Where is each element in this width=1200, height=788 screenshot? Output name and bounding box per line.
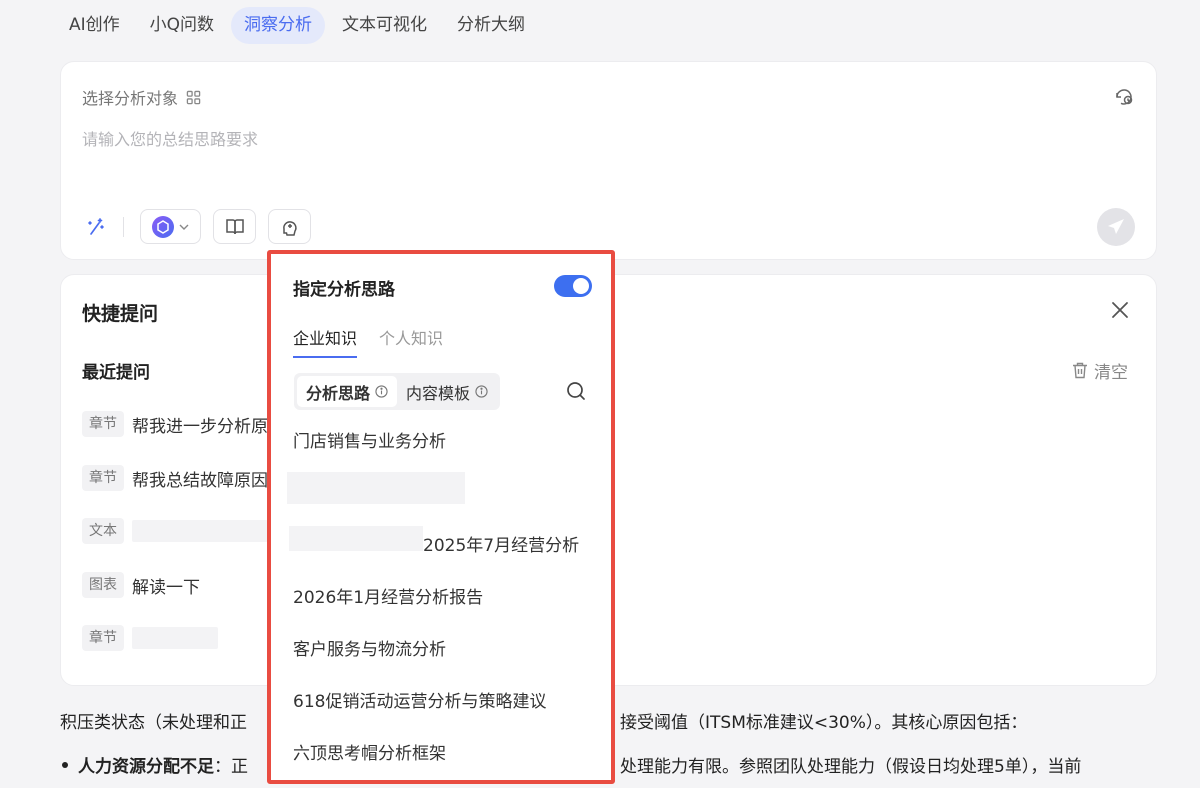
brain-idea-icon xyxy=(282,220,297,236)
segment-analysis-idea[interactable]: 分析思路 xyxy=(297,376,398,407)
bullet-text-continued: 处理能力有限。参照团队处理能力（假设日均处理5单），当前 xyxy=(620,757,1082,777)
clear-button[interactable]: 清空 xyxy=(1072,358,1128,383)
analysis-idea-item[interactable]: 客户服务与物流分析 xyxy=(293,635,446,660)
close-icon[interactable] xyxy=(1110,300,1130,320)
toolbar-divider xyxy=(123,216,124,237)
analysis-idea-button[interactable] xyxy=(268,209,311,244)
knowledge-book-button[interactable] xyxy=(213,209,256,244)
toggle-knob xyxy=(573,278,589,294)
analysis-idea-panel: 指定分析思路 企业知识 个人知识 分析思路 内容模板 门店销售与业务分析 202… xyxy=(267,250,615,784)
recent-item-tag: 文本 xyxy=(82,518,124,544)
recent-item-text: 解读一下 xyxy=(132,577,200,598)
panel-title: 指定分析思路 xyxy=(293,280,395,300)
analysis-idea-item[interactable]: 门店销售与业务分析 xyxy=(293,427,446,452)
analysis-idea-toggle[interactable] xyxy=(554,275,592,297)
magic-wand-icon[interactable] xyxy=(83,212,109,242)
book-icon xyxy=(225,218,244,234)
search-icon[interactable] xyxy=(565,380,587,402)
send-icon xyxy=(1108,219,1124,234)
prompt-card: 选择分析对象 xyxy=(60,61,1157,260)
quick-ask-title: 快捷提问 xyxy=(82,303,159,325)
recent-item-tag: 章节 xyxy=(82,411,124,437)
tab-personal-knowledge[interactable]: 个人知识 xyxy=(379,325,443,358)
info-icon xyxy=(475,385,488,398)
redacted-text xyxy=(289,526,423,551)
analysis-idea-item[interactable]: 2026年1月经营分析报告 xyxy=(293,583,483,608)
history-icon[interactable] xyxy=(1114,86,1134,106)
tab-xiaoq-query[interactable]: 小Q问数 xyxy=(137,7,227,44)
segment-label: 分析思路 xyxy=(306,383,371,403)
chevron-down-icon xyxy=(179,224,188,230)
recent-item-tag: 图表 xyxy=(82,572,124,598)
select-target-button[interactable]: 选择分析对象 xyxy=(82,85,201,109)
body-text-line: 接受阈值（ITSM标准建议<30%）。其核心原因包括： xyxy=(620,713,1028,733)
type-segmented-control: 分析思路 内容模板 xyxy=(294,373,501,410)
tab-analysis-outline[interactable]: 分析大纲 xyxy=(444,7,538,44)
recent-questions-title: 最近提问 xyxy=(82,363,150,383)
body-text-line: 积压类状态（未处理和正 xyxy=(60,713,247,733)
bullet-text: ：正 xyxy=(214,757,248,777)
select-target-label: 选择分析对象 xyxy=(82,89,179,108)
clear-label: 清空 xyxy=(1094,363,1128,383)
model-logo-icon xyxy=(151,215,174,238)
bullet-item: 人力资源分配不足 ：正 xyxy=(62,752,248,777)
knowledge-tabs: 企业知识 个人知识 xyxy=(293,325,443,358)
grid-icon xyxy=(186,90,201,104)
segment-label: 内容模板 xyxy=(406,383,471,403)
send-button[interactable] xyxy=(1097,208,1135,246)
recent-item[interactable]: 章节 帮我总结故障原因 xyxy=(82,465,268,491)
tab-text-visualization[interactable]: 文本可视化 xyxy=(329,7,440,44)
analysis-idea-item[interactable]: 六顶思考帽分析框架 xyxy=(293,739,446,764)
recent-item-tag: 章节 xyxy=(82,465,124,491)
model-select-button[interactable] xyxy=(140,209,201,244)
recent-item[interactable]: 章节 xyxy=(82,625,218,651)
analysis-idea-item[interactable]: 618促销活动运营分析与策略建议 xyxy=(293,687,546,712)
recent-item-text: 帮我总结故障原因 xyxy=(132,470,268,491)
page: AI创作 小Q问数 洞察分析 文本可视化 分析大纲 选择分析对象 请输入您的总结… xyxy=(0,0,1200,788)
bullet-dot xyxy=(62,761,68,768)
recent-item[interactable]: 文本 xyxy=(82,518,268,544)
analysis-idea-item-redacted[interactable] xyxy=(287,472,465,504)
prompt-input[interactable] xyxy=(82,124,1122,154)
redacted-text xyxy=(132,627,218,649)
segment-content-template[interactable]: 内容模板 xyxy=(397,376,497,407)
redacted-text xyxy=(132,520,268,542)
tab-enterprise-knowledge[interactable]: 企业知识 xyxy=(293,325,358,358)
analysis-idea-item[interactable]: 2025年7月经营分析 xyxy=(423,531,579,556)
prompt-toolbar xyxy=(83,209,323,244)
tab-insight-analysis[interactable]: 洞察分析 xyxy=(231,7,326,44)
recent-item[interactable]: 章节 帮我进一步分析原 xyxy=(82,411,268,437)
recent-item-text: 帮我进一步分析原 xyxy=(132,416,268,437)
top-tab-bar: AI创作 小Q问数 洞察分析 文本可视化 分析大纲 xyxy=(56,7,538,44)
recent-item-tag: 章节 xyxy=(82,625,124,651)
tab-ai-create[interactable]: AI创作 xyxy=(56,7,133,44)
bullet-bold-text: 人力资源分配不足 xyxy=(78,757,214,777)
recent-item[interactable]: 图表 解读一下 xyxy=(82,572,200,598)
info-icon xyxy=(375,385,388,398)
trash-icon xyxy=(1073,362,1087,379)
